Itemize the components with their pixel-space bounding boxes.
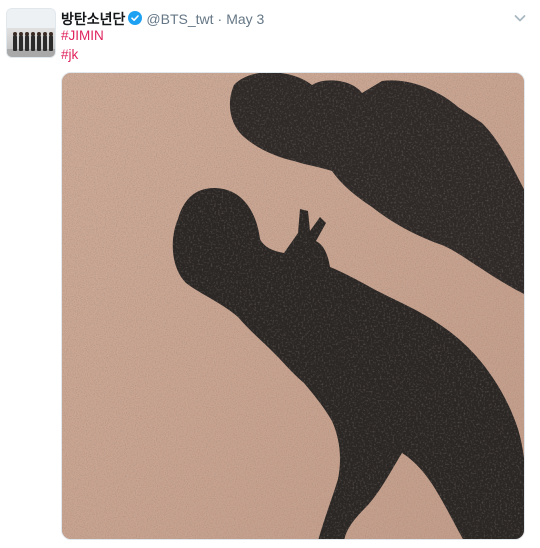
verified-badge-icon	[128, 11, 143, 25]
hashtag-link-jk[interactable]: #jk	[61, 47, 78, 62]
author-name[interactable]: 방탄소년단	[61, 12, 125, 28]
profile-avatar[interactable]	[6, 8, 56, 58]
tweet-header: 방탄소년단 @BTS_twt · May 3	[61, 9, 264, 28]
hashtag-link-jimin[interactable]: #JIMIN	[61, 28, 104, 43]
tweet-photo[interactable]	[61, 72, 525, 540]
separator-dot: ·	[217, 11, 223, 27]
author-handle[interactable]: @BTS_twt	[146, 11, 213, 27]
chevron-down-icon[interactable]	[512, 10, 528, 26]
tweet-date[interactable]: May 3	[226, 11, 264, 27]
tweet-card[interactable]: 방탄소년단 @BTS_twt · May 3 #JIMIN #jk	[0, 0, 540, 548]
